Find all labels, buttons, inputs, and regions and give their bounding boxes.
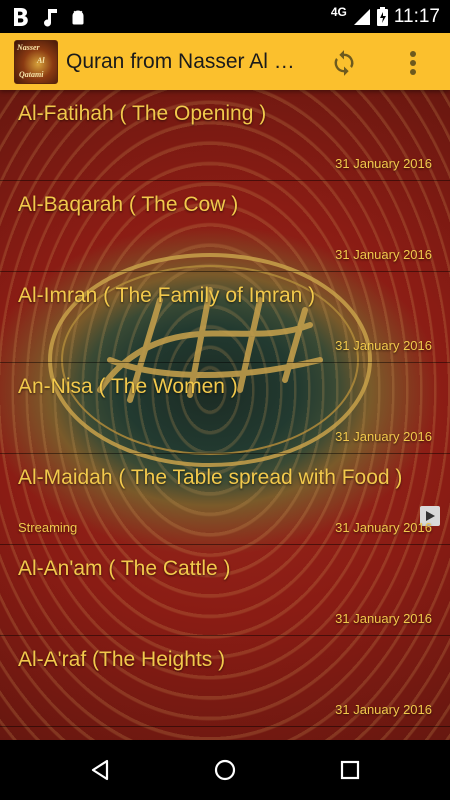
recents-button[interactable] (330, 750, 370, 790)
list-item[interactable]: An-Nisa ( The Women ) 31 January 2016 (0, 363, 450, 454)
surah-title: Al-Imran ( The Family of Imran ) (18, 284, 316, 307)
surah-date: 31 January 2016 (335, 611, 432, 626)
logo-text-line-1: Nasser (17, 42, 40, 52)
refresh-icon (334, 50, 354, 76)
surah-date: 31 January 2016 (335, 156, 432, 171)
android-icon (72, 10, 84, 24)
network-type: 4G (330, 4, 347, 19)
surah-title: Al-Fatihah ( The Opening ) (18, 102, 267, 125)
signal-icon (353, 8, 370, 25)
surah-date: 31 January 2016 (335, 429, 432, 444)
list-item[interactable]: Al-Baqarah ( The Cow ) 31 January 2016 (0, 181, 450, 272)
clock: 11:17 (393, 5, 440, 27)
list-item[interactable]: Al-An'am ( The Cattle ) 31 January 2016 (0, 545, 450, 636)
app-logo: Nasser Al Qatami (14, 39, 58, 84)
surah-date: 31 January 2016 (335, 247, 432, 262)
recents-icon (340, 760, 360, 780)
refresh-button[interactable] (326, 45, 362, 81)
back-button[interactable] (80, 750, 120, 790)
b-app-icon (14, 7, 28, 26)
overflow-menu-button[interactable] (398, 45, 428, 81)
surah-list-container[interactable]: Al-Fatihah ( The Opening ) 31 January 20… (0, 90, 450, 740)
battery-icon (376, 7, 388, 26)
logo-text-line-3: Qatami (19, 69, 44, 79)
app-bar: Nasser Al Qatami Quran from Nasser Al Qa… (0, 33, 450, 90)
list-item[interactable]: Al-Maidah ( The Table spread with Food )… (0, 454, 450, 545)
surah-date: 31 January 2016 (335, 702, 432, 717)
surah-title: An-Nisa ( The Women ) (18, 375, 238, 398)
list-item[interactable]: Al-Imran ( The Family of Imran ) 31 Janu… (0, 272, 450, 363)
back-icon (91, 759, 109, 781)
surah-title: Al-An'am ( The Cattle ) (18, 557, 231, 580)
surah-title: Al-Baqarah ( The Cow ) (18, 193, 239, 216)
surah-date: 31 January 2016 (335, 338, 432, 353)
navigation-bar (0, 740, 450, 800)
logo-text-line-2: Al (37, 55, 45, 65)
more-vert-icon (410, 51, 416, 75)
home-button[interactable] (205, 750, 245, 790)
status-bar: 4G 11:17 (0, 0, 450, 33)
home-icon (214, 759, 236, 781)
list-item[interactable]: Al-Fatihah ( The Opening ) 31 January 20… (0, 90, 450, 181)
surah-list: Al-Fatihah ( The Opening ) 31 January 20… (0, 90, 450, 740)
streaming-status: Streaming (18, 520, 78, 535)
surah-title: Al-A'raf (The Heights ) (18, 648, 226, 671)
app-title: Quran from Nasser Al Qatami (66, 49, 304, 73)
surah-title: Al-Maidah ( The Table spread with Food ) (18, 466, 403, 489)
music-note-icon (44, 8, 57, 26)
list-item-partial[interactable] (0, 727, 450, 740)
list-item[interactable]: Al-A'raf (The Heights ) 31 January 2016 (0, 636, 450, 727)
surah-date: 31 January 2016 (335, 520, 432, 535)
